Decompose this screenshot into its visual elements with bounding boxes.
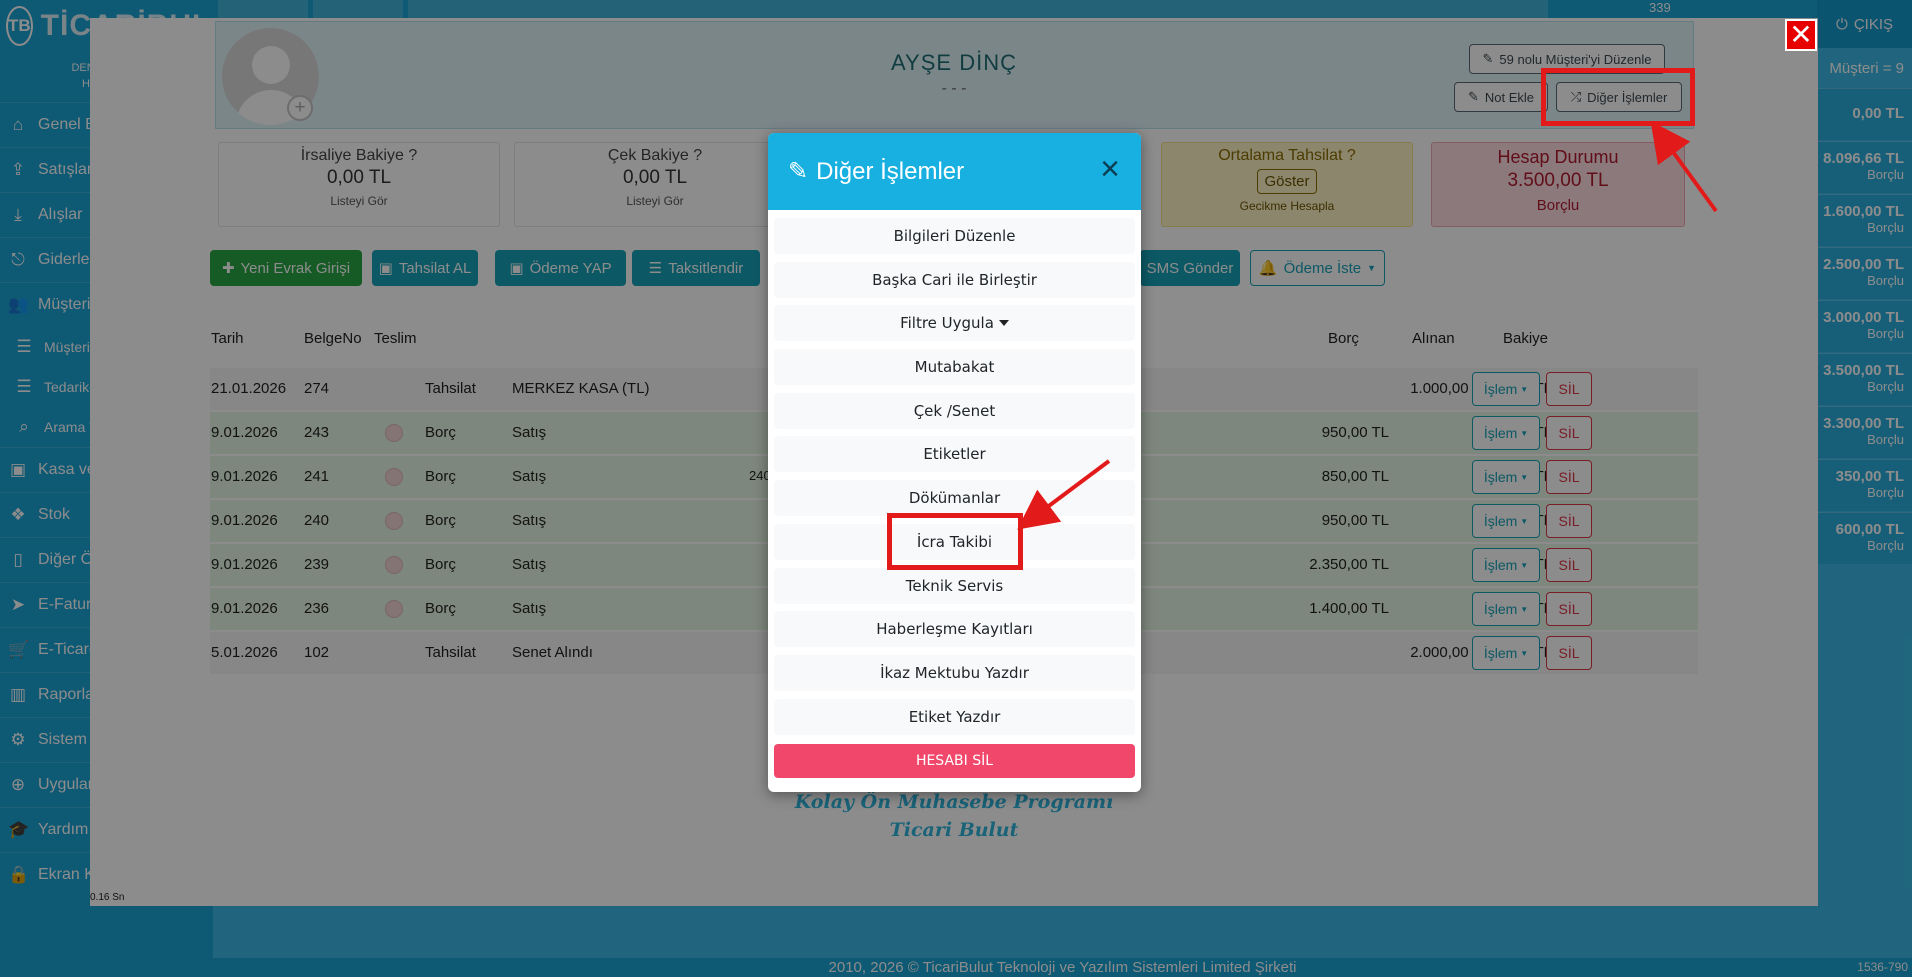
arrow-to-icra-takibi: [1017, 459, 1111, 530]
annotation-arrows: [1017, 121, 1718, 530]
arrow-to-other-actions: [1650, 121, 1718, 213]
